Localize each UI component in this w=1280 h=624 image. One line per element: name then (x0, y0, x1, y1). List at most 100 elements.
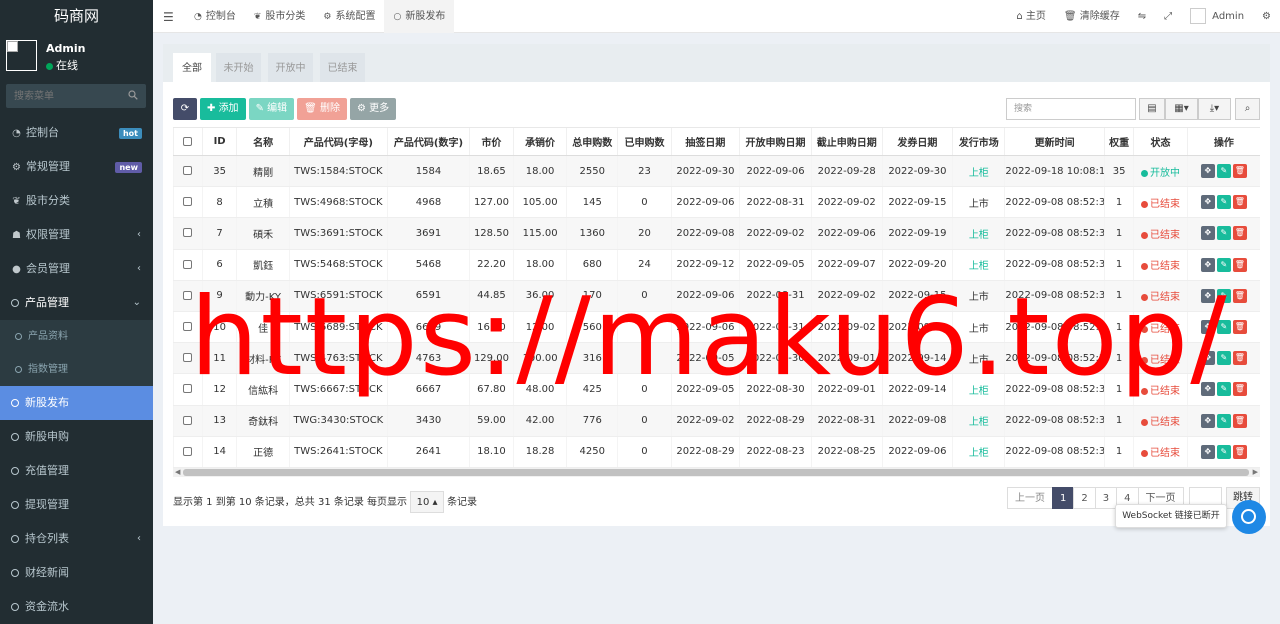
drag-sort-icon[interactable]: ✥ (1200, 257, 1215, 272)
tab-open[interactable]: 开放中 (268, 53, 313, 82)
horizontal-scrollbar[interactable]: ◀ ▶ (173, 468, 1260, 477)
row-checkbox[interactable] (183, 166, 193, 176)
table-row[interactable]: 7 碩禾 TWS:3691:STOCK 3691 128.50 115.00 1360 20 2… (173, 217, 1260, 250)
row-checkbox[interactable] (183, 197, 193, 207)
delete-row-icon[interactable]: 🗑 (1232, 351, 1247, 366)
fullscreen-button[interactable]: ⤢ (1155, 0, 1181, 33)
edit-row-icon[interactable]: ✎ (1216, 257, 1231, 272)
sidebar-item-subscription[interactable]: 新股申购 (0, 420, 153, 454)
refresh-button[interactable]: ⟳ (173, 98, 197, 120)
drag-sort-icon[interactable]: ✥ (1200, 413, 1215, 428)
drag-sort-icon[interactable]: ✥ (1200, 320, 1215, 335)
app-logo[interactable]: 码商网 (0, 0, 153, 33)
delete-row-icon[interactable]: 🗑 (1232, 164, 1247, 179)
page-size-select[interactable]: 10 ▴ (410, 491, 445, 513)
toggle-view-button[interactable]: ▤ (1139, 98, 1165, 120)
sidebar-item-recharge[interactable]: 充值管理 (0, 454, 153, 488)
columns-button[interactable]: ▦▾ (1165, 98, 1198, 120)
menu-toggle-icon[interactable]: ☰ (163, 10, 174, 24)
scroll-left-icon[interactable]: ◀ (175, 468, 180, 477)
tab-not-started[interactable]: 未开始 (216, 53, 261, 82)
edit-row-icon[interactable]: ✎ (1216, 226, 1231, 241)
search-icon[interactable] (128, 90, 138, 100)
sidebar-item-positions[interactable]: 持仓列表 ‹ (0, 522, 153, 556)
tab-system-config[interactable]: ⚙ 系统配置 (314, 0, 384, 33)
delete-row-icon[interactable]: 🗑 (1232, 195, 1247, 210)
delete-row-icon[interactable]: 🗑 (1232, 320, 1247, 335)
edit-row-icon[interactable]: ✎ (1216, 164, 1231, 179)
column-header[interactable]: ID (201, 127, 237, 156)
edit-row-icon[interactable]: ✎ (1216, 382, 1231, 397)
delete-row-icon[interactable]: 🗑 (1232, 382, 1247, 397)
row-checkbox[interactable] (183, 228, 193, 238)
add-button[interactable]: ✚ 添加 (200, 98, 246, 120)
drag-sort-icon[interactable]: ✥ (1200, 195, 1215, 210)
sidebar-item-fund-flow[interactable]: 资金流水 (0, 590, 153, 624)
page-button-2[interactable]: 2 (1073, 487, 1096, 509)
table-row[interactable]: 11 材料-KY TWS:4763:STOCK 4763 129.00 100.00 316… (173, 342, 1260, 375)
column-header[interactable]: 状态 (1133, 127, 1188, 156)
delete-row-icon[interactable]: 🗑 (1232, 444, 1247, 459)
table-row[interactable]: 35 精剛 TWS:1584:STOCK 1584 18.65 18.00 2550 23 20… (173, 155, 1260, 188)
chat-icon[interactable] (1232, 500, 1266, 534)
drag-sort-icon[interactable]: ✥ (1200, 382, 1215, 397)
edit-row-icon[interactable]: ✎ (1216, 195, 1231, 210)
column-header[interactable]: 开放申购日期 (739, 127, 812, 156)
sidebar-item-market-category[interactable]: ❦ 股市分类 (0, 184, 153, 218)
edit-row-icon[interactable]: ✎ (1216, 288, 1231, 303)
home-link[interactable]: ⌂ 主页 (1007, 0, 1055, 33)
admin-menu[interactable]: Admin (1181, 0, 1253, 33)
sidebar-search-input[interactable] (6, 84, 116, 108)
table-row[interactable]: 8 立積 TWS:4968:STOCK 4968 127.00 105.00 145 0 202… (173, 186, 1260, 219)
table-search-input[interactable]: 搜索 (1006, 98, 1136, 120)
column-header[interactable]: 更新时间 (1004, 127, 1105, 156)
column-header[interactable]: 产品代码(字母) (288, 127, 388, 156)
column-header[interactable]: 发券日期 (881, 127, 953, 156)
edit-row-icon[interactable]: ✎ (1216, 444, 1231, 459)
edit-row-icon[interactable]: ✎ (1216, 351, 1231, 366)
column-header[interactable]: 权重 (1103, 127, 1134, 156)
drag-sort-icon[interactable]: ✥ (1200, 444, 1215, 459)
row-checkbox[interactable] (183, 290, 193, 300)
row-checkbox[interactable] (183, 353, 193, 363)
column-header[interactable]: 市价 (468, 127, 514, 156)
sidebar-item-products[interactable]: 产品管理 ⌄ (0, 286, 153, 320)
drag-sort-icon[interactable]: ✥ (1200, 288, 1215, 303)
scrollbar-thumb[interactable] (183, 469, 1249, 476)
sidebar-item-general[interactable]: ⚙ 常规管理 new (0, 150, 153, 184)
column-header[interactable]: 名称 (236, 127, 290, 156)
sidebar-item-news[interactable]: 财经新闻 (0, 556, 153, 590)
advanced-search-button[interactable]: ⌕ (1235, 98, 1260, 120)
column-header[interactable]: 产品代码(数字) (387, 127, 470, 156)
row-checkbox[interactable] (183, 446, 193, 456)
page-button-1[interactable]: 1 (1052, 487, 1075, 509)
export-button[interactable]: ⤓▾ (1198, 98, 1231, 120)
column-header[interactable]: 发行市场 (952, 127, 1005, 156)
sidebar-item-permission[interactable]: ☗ 权限管理 ‹ (0, 218, 153, 252)
table-row[interactable]: 9 動力-KY TWS:6591:STOCK 6591 44.85 36.00 170 0 20… (173, 280, 1260, 312)
page-button-3[interactable]: 3 (1094, 487, 1118, 509)
drag-sort-icon[interactable]: ✥ (1200, 226, 1215, 241)
delete-row-icon[interactable]: 🗑 (1232, 413, 1247, 428)
delete-row-icon[interactable]: 🗑 (1232, 257, 1247, 272)
translate-button[interactable]: ⇋ (1129, 0, 1155, 33)
row-checkbox[interactable] (183, 322, 193, 332)
sidebar-item-index-manage[interactable]: 指数管理 (0, 353, 153, 386)
sidebar-item-dashboard[interactable]: ◔ 控制台 hot (0, 116, 153, 150)
table-row[interactable]: 6 凱鈺 TWS:5468:STOCK 5468 22.20 18.00 680 24 2022… (173, 249, 1260, 281)
delete-row-icon[interactable]: 🗑 (1232, 288, 1247, 303)
column-header[interactable]: 截止申购日期 (810, 127, 883, 156)
column-header[interactable]: 承销价 (512, 127, 567, 156)
table-row[interactable]: 12 信紘科 TWS:6667:STOCK 6667 67.80 48.00 425 0 202… (173, 373, 1260, 406)
settings-button[interactable]: ⚙ (1253, 0, 1280, 33)
row-checkbox[interactable] (183, 415, 193, 425)
tab-dashboard[interactable]: ◔ 控制台 (185, 0, 245, 33)
tab-new-stock[interactable]: ○ 新股发布 (384, 0, 455, 33)
sidebar-item-members[interactable]: ● 会员管理 ‹ (0, 252, 153, 286)
row-checkbox[interactable] (183, 384, 193, 394)
tab-ended[interactable]: 已结束 (320, 53, 365, 82)
column-header[interactable]: 抽签日期 (670, 127, 740, 156)
clear-cache-button[interactable]: 🗑 清除缓存 (1055, 0, 1129, 33)
sidebar-item-new-stock[interactable]: 新股发布 (0, 386, 153, 420)
edit-row-icon[interactable]: ✎ (1216, 413, 1231, 428)
